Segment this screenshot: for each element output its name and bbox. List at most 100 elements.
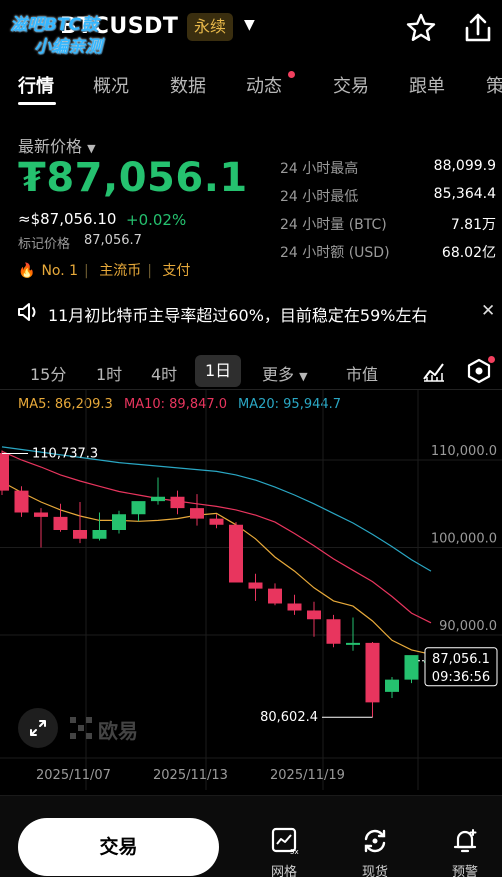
- tab-data[interactable]: 数据: [170, 72, 206, 98]
- candle-body: [307, 610, 321, 620]
- watermark: 滋吧BTC鼓 小编亲测: [10, 14, 102, 58]
- news-notice-bar[interactable]: 11月初比特币主导率超过60%，目前稳定在59%左右 ✕: [0, 290, 502, 334]
- okx-logo-icon: [70, 717, 92, 739]
- watermark-line2: 小编亲测: [34, 37, 102, 57]
- interval-1h[interactable]: 1时: [96, 361, 122, 385]
- candle-body: [0, 453, 9, 491]
- candle-body: [346, 642, 360, 645]
- grid-bot-icon: 5x: [271, 827, 299, 856]
- interval-4h[interactable]: 4时: [151, 361, 177, 385]
- y-tick-label: 100,000.0: [431, 532, 497, 547]
- tab-news[interactable]: 动态: [246, 72, 282, 98]
- ma20-line: [1, 446, 432, 572]
- rank-tag[interactable]: No. 1: [41, 263, 78, 279]
- candle-body: [151, 496, 165, 502]
- fire-icon: 🔥: [18, 263, 36, 279]
- candle-body: [112, 514, 126, 530]
- candle-body: [131, 501, 146, 515]
- alert-bell-icon: [453, 829, 477, 853]
- mark-price-value: 87,056.7: [84, 233, 142, 248]
- last-price: ₮87,056.1: [18, 155, 248, 201]
- candle-body: [365, 642, 380, 703]
- more-caret-icon: ▼: [299, 370, 308, 383]
- nav-alert-label: 预警: [451, 865, 478, 877]
- nav-grid[interactable]: 5x 网格: [262, 826, 306, 877]
- pair-dropdown-caret-icon[interactable]: ▼: [244, 17, 255, 33]
- candle-body: [190, 508, 204, 519]
- candle-body: [73, 530, 87, 539]
- low-price-label: 80,602.4: [260, 710, 318, 725]
- tab-trade[interactable]: 交易: [333, 72, 369, 98]
- x-tick-label: 2025/11/19: [270, 768, 345, 783]
- candle-body: [287, 603, 302, 611]
- bottom-bar: 交易 5x 网格 现货 预警: [0, 795, 502, 877]
- candle-body: [34, 512, 48, 517]
- candle-body: [326, 619, 341, 644]
- last-price-label[interactable]: 最新价格 ▼: [18, 133, 96, 157]
- chart-interval-tabs: 15分 1时 4时 1日 更多 ▼ 市值: [0, 353, 502, 389]
- candles: [0, 450, 438, 718]
- last-price-text: 87,056.1: [432, 652, 490, 667]
- candle-body: [268, 588, 282, 604]
- watermark-line1: 滋吧BTC鼓: [10, 15, 99, 35]
- brand-name: 欧易: [98, 719, 138, 743]
- spot-swap-icon: [364, 829, 386, 853]
- share-icon[interactable]: [462, 12, 494, 44]
- tab-market[interactable]: 行情: [18, 72, 54, 98]
- settings-notification-dot: [488, 356, 495, 363]
- stat-high-24h: 24 小时最高 88,099.9: [280, 158, 496, 177]
- close-icon[interactable]: ✕: [481, 301, 495, 321]
- mainstream-tag[interactable]: 主流币: [99, 263, 141, 279]
- candle-body: [209, 518, 224, 525]
- stat-turnover-24h: 24 小时额 (USD) 68.02亿: [280, 245, 496, 261]
- x-tick-label: 2025/11/13: [153, 768, 228, 783]
- nav-spot[interactable]: 现货: [353, 826, 397, 877]
- payment-tag[interactable]: 支付: [162, 263, 190, 279]
- interval-1d[interactable]: 1日: [195, 355, 242, 387]
- news-notification-dot: [288, 71, 295, 78]
- indicator-icon[interactable]: [421, 359, 447, 383]
- candle-body: [53, 516, 68, 530]
- interval-more[interactable]: 更多 ▼: [262, 361, 308, 385]
- market-cap-tab[interactable]: 市值: [346, 361, 378, 385]
- countdown-text: 09:36:56: [432, 670, 490, 685]
- candle-body: [14, 490, 29, 513]
- speaker-icon: [18, 303, 36, 321]
- candle-body: [404, 655, 419, 680]
- mark-price-label: 标记价格: [18, 237, 71, 252]
- ma5-line: [1, 481, 432, 655]
- tab-copy-trading[interactable]: 跟单: [409, 72, 445, 98]
- contract-type-badge: 永续: [187, 13, 233, 41]
- nav-grid-label: 网格: [270, 865, 297, 877]
- main-tabs: 行情 概况 数据 动态 交易 跟单 策: [0, 62, 502, 108]
- notice-text[interactable]: 11月初比特币主导率超过60%，目前稳定在59%左右: [48, 302, 428, 326]
- price-change-percent: +0.02%: [126, 211, 187, 229]
- favorite-star-icon[interactable]: [405, 12, 437, 44]
- tab-strategy[interactable]: 策: [486, 72, 502, 98]
- fullscreen-button[interactable]: [18, 708, 58, 748]
- y-tick-label: 110,000.0: [431, 444, 497, 459]
- ma10-line: [1, 450, 432, 624]
- candle-body: [92, 530, 107, 539]
- high-price-label: 110,737.3: [32, 447, 98, 462]
- candle-body: [170, 496, 185, 509]
- tab-overview[interactable]: 概况: [93, 72, 129, 98]
- candle-body: [229, 524, 243, 583]
- stats-24h: 24 小时最高 88,099.9 24 小时最低 85,364.4 24 小时量 (…: [280, 158, 496, 270]
- interval-15m[interactable]: 15分: [30, 361, 66, 385]
- trade-button[interactable]: 交易: [18, 818, 219, 876]
- y-tick-label: 90,000.0: [439, 619, 497, 634]
- header: BTCUSDT 滋吧BTC鼓 小编亲测 永续 ▼: [0, 0, 502, 58]
- coin-tags: 🔥 No. 1 | 主流币 | 支付: [18, 263, 191, 279]
- active-tab-underline: [18, 102, 56, 105]
- expand-icon: [30, 720, 46, 736]
- usd-price: ≈$87,056.10: [18, 210, 117, 228]
- x-tick-label: 2025/11/07: [36, 768, 111, 783]
- candle-body: [385, 679, 399, 692]
- ma-lines: [1, 446, 432, 655]
- stat-volume-24h: 24 小时量 (BTC) 7.81万: [280, 217, 496, 233]
- nav-spot-label: 现货: [361, 865, 388, 877]
- nav-alert[interactable]: 预警: [443, 826, 487, 877]
- stat-low-24h: 24 小时最低 85,364.4: [280, 186, 496, 205]
- grid-badge: 5x: [290, 848, 299, 856]
